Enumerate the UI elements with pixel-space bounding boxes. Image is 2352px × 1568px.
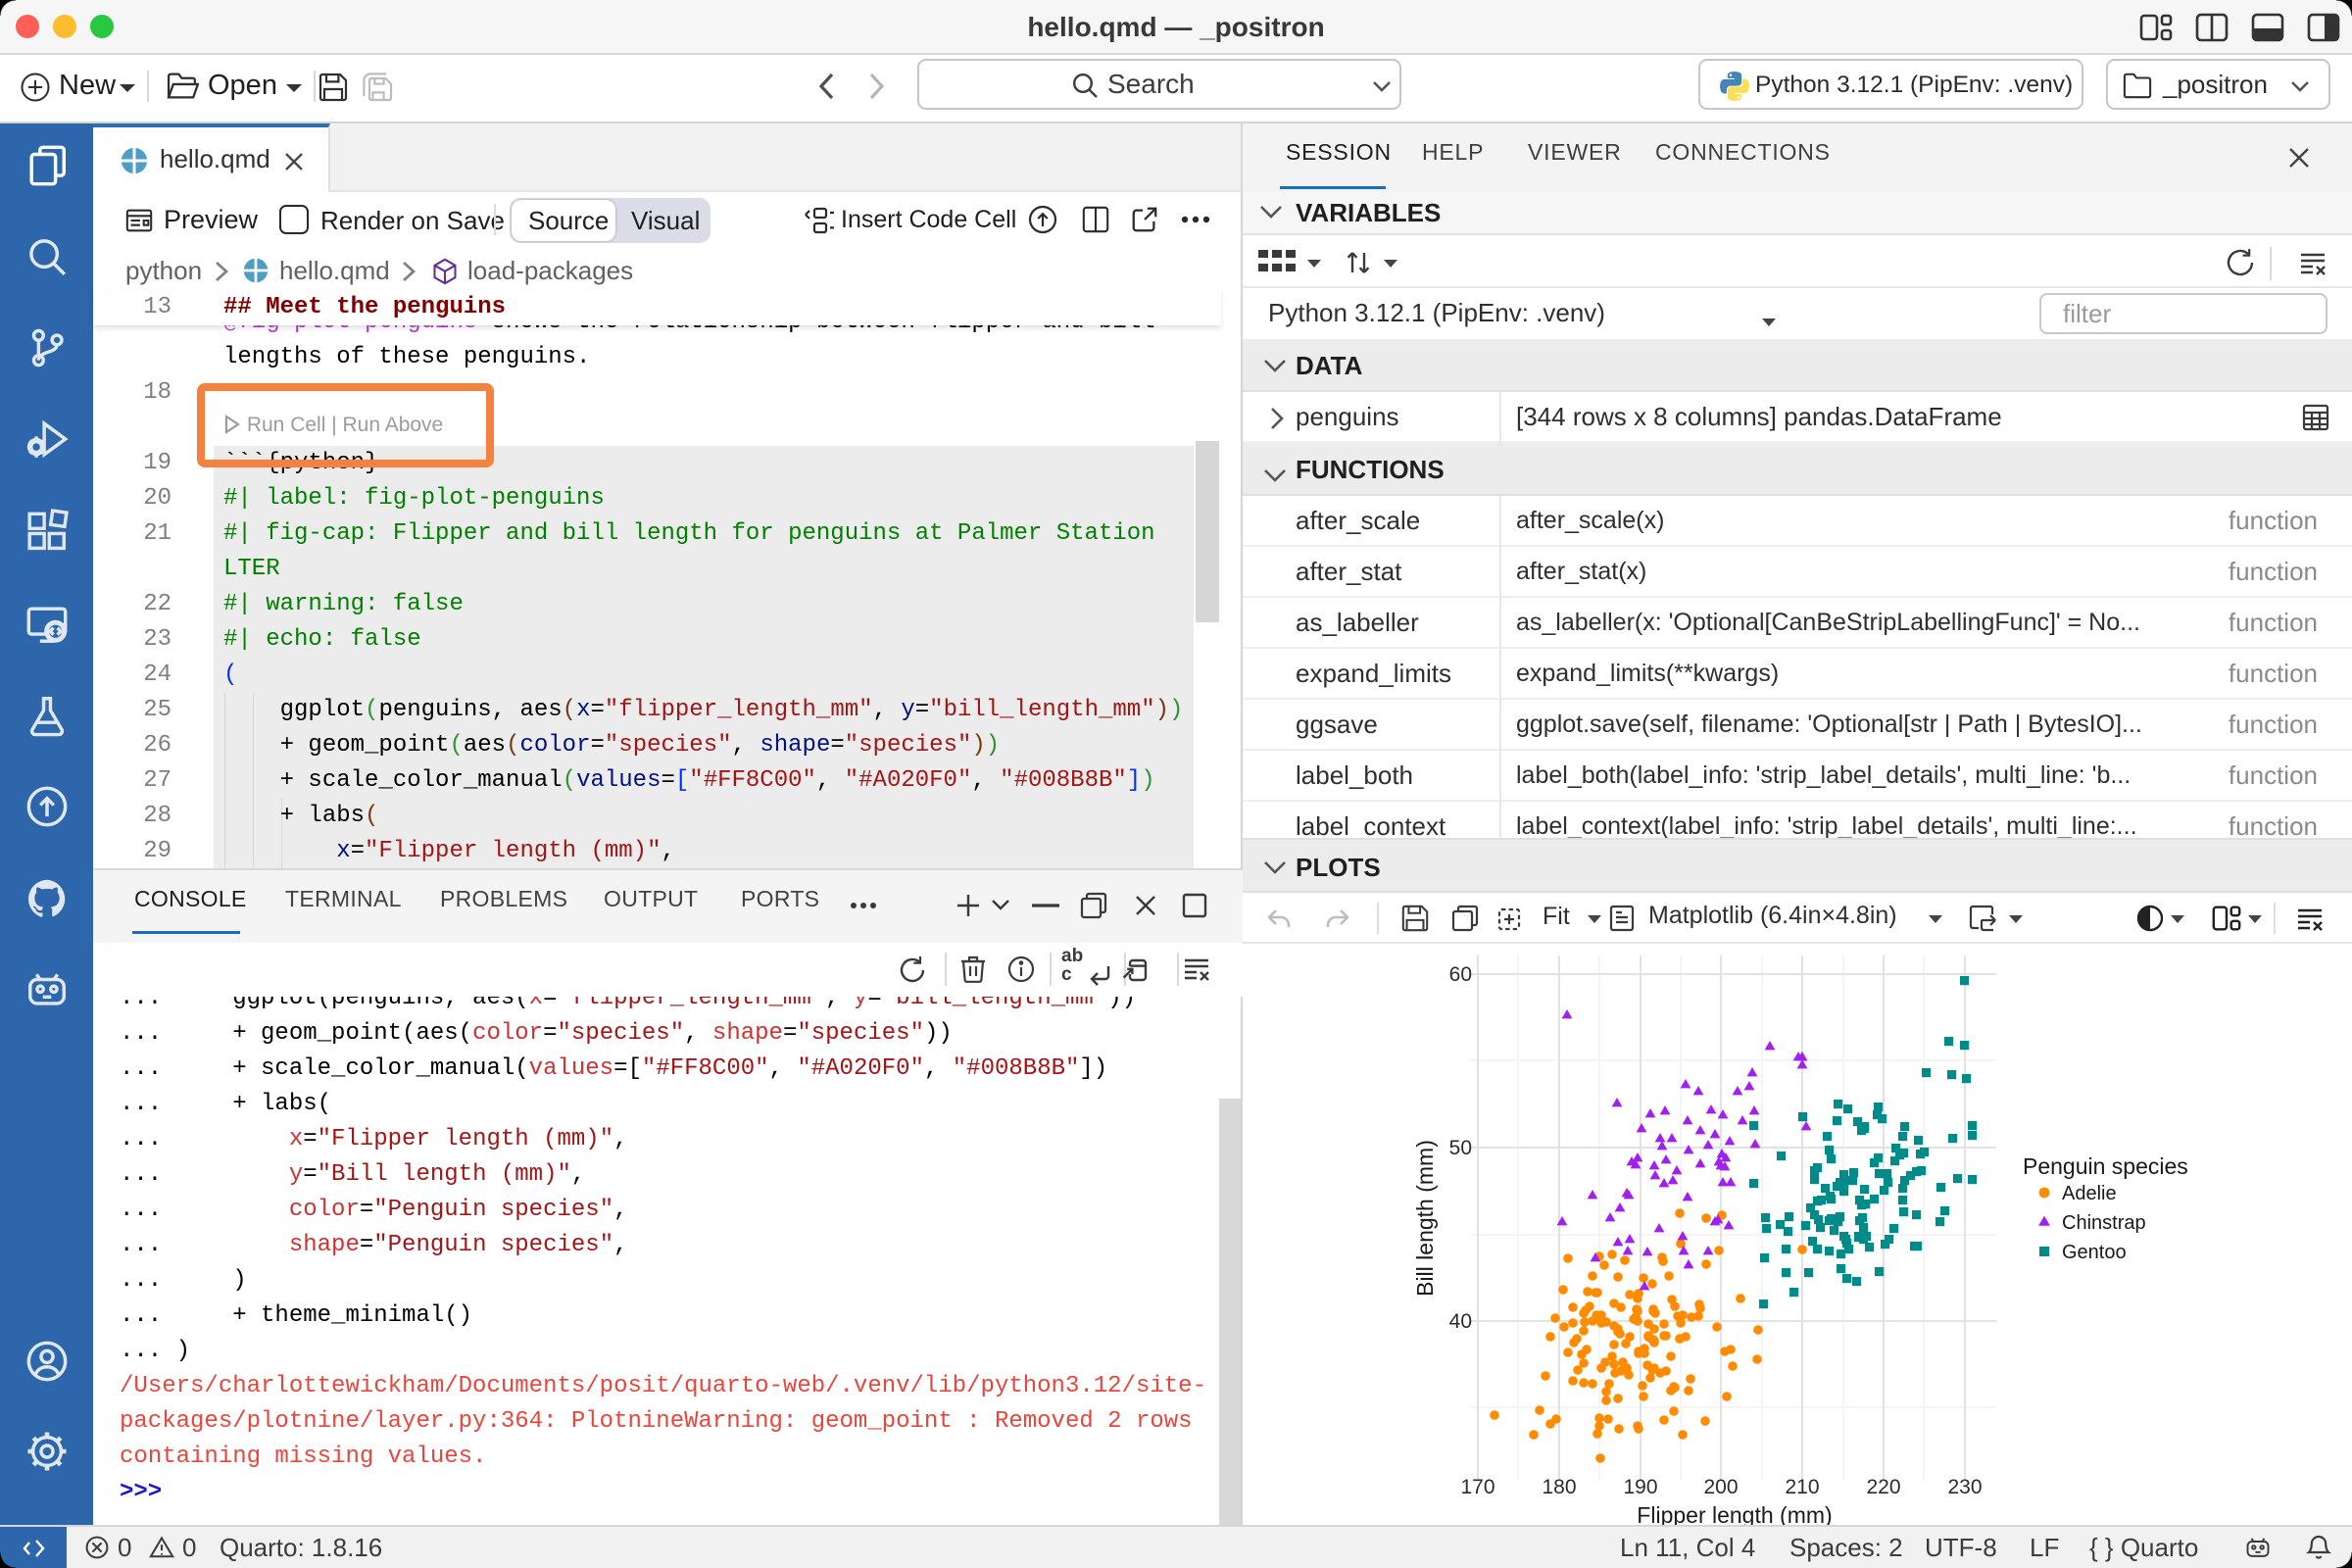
svg-text:Bill length (mm): Bill length (mm) bbox=[1412, 1140, 1438, 1297]
svg-text:Adelie: Adelie bbox=[2062, 1183, 2117, 1204]
svg-text:Penguin species: Penguin species bbox=[2023, 1153, 2188, 1179]
svg-text:180: 180 bbox=[1542, 1476, 1576, 1498]
svg-text:40: 40 bbox=[1449, 1310, 1472, 1333]
svg-text:Flipper length (mm): Flipper length (mm) bbox=[1637, 1502, 1832, 1525]
svg-text:Gentoo: Gentoo bbox=[2062, 1242, 2127, 1263]
svg-text:170: 170 bbox=[1460, 1476, 1494, 1498]
svg-text:200: 200 bbox=[1703, 1476, 1738, 1498]
svg-text:230: 230 bbox=[1947, 1476, 1982, 1498]
svg-text:50: 50 bbox=[1449, 1137, 1472, 1159]
svg-text:60: 60 bbox=[1449, 963, 1472, 986]
svg-text:190: 190 bbox=[1623, 1476, 1657, 1498]
svg-text:220: 220 bbox=[1866, 1476, 1900, 1498]
svg-text:Chinstrap: Chinstrap bbox=[2062, 1212, 2146, 1234]
svg-text:210: 210 bbox=[1785, 1476, 1819, 1498]
